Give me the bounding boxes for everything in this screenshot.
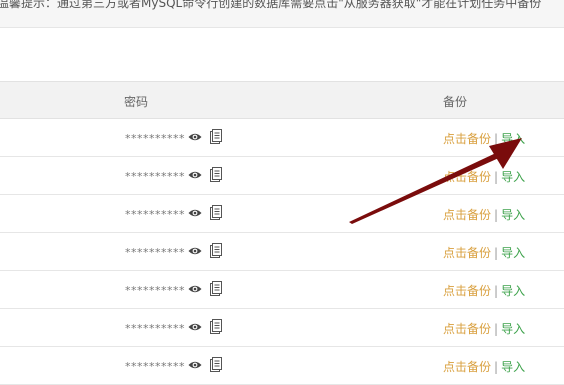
import-button[interactable]: 导入 <box>501 284 525 298</box>
password-mask: ********** <box>125 246 185 259</box>
backup-button[interactable]: 点击备份 <box>443 132 491 146</box>
backup-operations: 点击备份 | 导入 <box>443 206 525 223</box>
copy-icon[interactable] <box>210 205 222 220</box>
table-row: ********** 点击备份 | 导入 <box>0 233 564 271</box>
password-mask: ********** <box>125 208 185 221</box>
separator: | <box>494 132 499 146</box>
table-body: ********** 点击备份 | 导入 ********** 点击备份 | 导入 ******… <box>0 119 564 385</box>
import-button[interactable]: 导入 <box>501 360 525 374</box>
eye-icon[interactable] <box>188 170 202 180</box>
table-row: ********** 点击备份 | 导入 <box>0 347 564 385</box>
backup-operations: 点击备份 | 导入 <box>443 168 525 185</box>
import-button[interactable]: 导入 <box>501 322 525 336</box>
database-table: 密码 备份 ********** 点击备份 | 导入 ********** 点击备份 | 导入… <box>0 81 564 385</box>
separator: | <box>494 360 499 374</box>
password-mask: ********** <box>125 322 185 335</box>
notice-text: 温馨提示：通过第三方或者MySQL命令行创建的数据库需要点击"从服务器获取"才能… <box>0 0 542 10</box>
backup-button[interactable]: 点击备份 <box>443 246 491 260</box>
notice-bar: 温馨提示：通过第三方或者MySQL命令行创建的数据库需要点击"从服务器获取"才能… <box>0 0 564 28</box>
backup-button[interactable]: 点击备份 <box>443 322 491 336</box>
eye-icon[interactable] <box>188 246 202 256</box>
backup-button[interactable]: 点击备份 <box>443 208 491 222</box>
separator: | <box>494 284 499 298</box>
table-row: ********** 点击备份 | 导入 <box>0 271 564 309</box>
eye-icon[interactable] <box>188 360 202 370</box>
password-mask: ********** <box>125 132 185 145</box>
backup-operations: 点击备份 | 导入 <box>443 358 525 375</box>
import-button[interactable]: 导入 <box>501 246 525 260</box>
copy-icon[interactable] <box>210 129 222 144</box>
separator: | <box>494 208 499 222</box>
backup-button[interactable]: 点击备份 <box>443 284 491 298</box>
eye-icon[interactable] <box>188 208 202 218</box>
import-button[interactable]: 导入 <box>501 170 525 184</box>
separator: | <box>494 322 499 336</box>
backup-operations: 点击备份 | 导入 <box>443 282 525 299</box>
password-mask: ********** <box>125 170 185 183</box>
backup-button[interactable]: 点击备份 <box>443 170 491 184</box>
backup-operations: 点击备份 | 导入 <box>443 320 525 337</box>
import-button[interactable]: 导入 <box>501 132 525 146</box>
eye-icon[interactable] <box>188 132 202 142</box>
password-mask: ********** <box>125 284 185 297</box>
table-row: ********** 点击备份 | 导入 <box>0 195 564 233</box>
table-row: ********** 点击备份 | 导入 <box>0 119 564 157</box>
separator: | <box>494 170 499 184</box>
copy-icon[interactable] <box>210 167 222 182</box>
backup-operations: 点击备份 | 导入 <box>443 244 525 261</box>
copy-icon[interactable] <box>210 281 222 296</box>
table-header: 密码 备份 <box>0 81 564 119</box>
eye-icon[interactable] <box>188 284 202 294</box>
header-backup: 备份 <box>443 95 468 109</box>
table-row: ********** 点击备份 | 导入 <box>0 309 564 347</box>
copy-icon[interactable] <box>210 319 222 334</box>
backup-button[interactable]: 点击备份 <box>443 360 491 374</box>
separator: | <box>494 246 499 260</box>
backup-operations: 点击备份 | 导入 <box>443 130 525 147</box>
table-row: ********** 点击备份 | 导入 <box>0 157 564 195</box>
password-mask: ********** <box>125 360 185 373</box>
header-password: 密码 <box>124 95 149 109</box>
eye-icon[interactable] <box>188 322 202 332</box>
copy-icon[interactable] <box>210 243 222 258</box>
import-button[interactable]: 导入 <box>501 208 525 222</box>
copy-icon[interactable] <box>210 357 222 372</box>
